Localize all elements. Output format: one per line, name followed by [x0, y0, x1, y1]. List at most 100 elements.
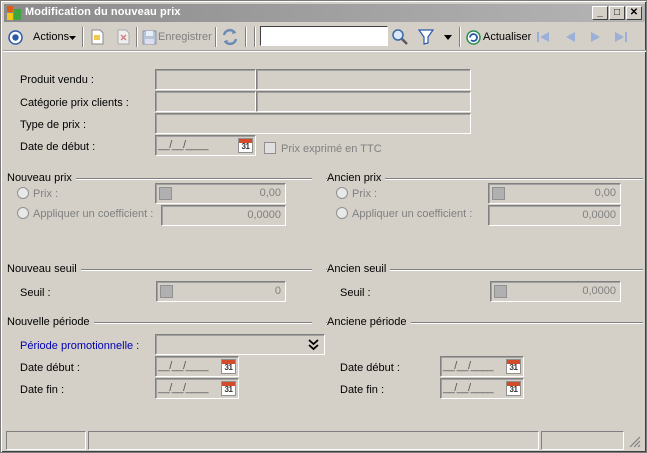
delete-icon[interactable] — [116, 29, 131, 45]
ancien-prix-radio[interactable] — [336, 187, 348, 199]
status-panel — [88, 431, 539, 450]
application-window: Modification du nouveau prix _ □ ✕ Actio… — [0, 0, 647, 453]
calendar-icon[interactable]: 31 — [238, 138, 253, 153]
ttc-label: Prix exprimé en TTC — [281, 143, 382, 155]
nouveau-coef-radio[interactable] — [17, 207, 29, 219]
maximize-icon: □ — [613, 7, 621, 18]
ancien-coef-field[interactable]: 0,0000 — [488, 205, 621, 226]
last-icon[interactable] — [614, 30, 628, 44]
app-icon — [6, 5, 22, 21]
nouvelle-date-debut-field[interactable]: __/__/____ 31 — [155, 356, 239, 377]
produit-name-field[interactable] — [256, 69, 471, 90]
actions-label: Actions — [33, 31, 70, 43]
toolbar-separator — [82, 27, 84, 47]
toolbar-separator — [215, 27, 217, 47]
nouveau-prix-field[interactable]: 0,00 — [155, 183, 286, 204]
calendar-icon[interactable]: 31 — [506, 359, 521, 374]
actions-button[interactable]: Actions — [7, 28, 77, 47]
toolbar: Actions Enregistrer Actualiser — [3, 24, 646, 51]
double-chevron-down-icon[interactable] — [306, 337, 321, 352]
resize-grip-icon[interactable] — [629, 436, 641, 448]
date-debut-value: __/__/____ — [158, 139, 209, 151]
toolbar-separator — [245, 27, 247, 47]
minimize-button[interactable]: _ — [592, 6, 608, 20]
type-prix-field[interactable] — [155, 113, 471, 134]
maximize-button[interactable]: □ — [609, 6, 625, 20]
prev-icon[interactable] — [563, 30, 577, 44]
calendar-icon[interactable]: 31 — [221, 381, 236, 396]
refresh-circle-icon — [466, 30, 481, 45]
save-button[interactable]: Enregistrer — [141, 28, 213, 47]
status-panel — [541, 431, 624, 450]
nouveau-seuil-label: Seuil : — [20, 287, 51, 299]
ancienne-date-fin-value: __/__/____ — [443, 382, 494, 394]
dropdown-arrow-icon — [69, 36, 76, 40]
nouvelle-date-debut-value: __/__/____ — [158, 360, 209, 372]
save-label: Enregistrer — [158, 31, 212, 43]
seuil-button[interactable] — [494, 285, 507, 298]
refresh-label: Actualiser — [483, 31, 532, 43]
periode-promo-label[interactable]: Période promotionnelle : — [20, 340, 139, 352]
nouveau-coef-label: Appliquer un coefficient : — [33, 208, 154, 220]
ancien-prix-field[interactable]: 0,00 — [488, 183, 621, 204]
nouveau-coef-value: 0,0000 — [247, 209, 281, 221]
categorie-code-field[interactable] — [155, 91, 256, 112]
date-debut-field[interactable]: __/__/____ 31 — [155, 135, 256, 156]
search-icon[interactable] — [391, 28, 409, 46]
ancienne-date-debut-field[interactable]: __/__/____ 31 — [440, 356, 524, 377]
ancien-prix-value: 0,00 — [594, 187, 616, 199]
search-input[interactable] — [260, 26, 388, 46]
ancien-coef-radio[interactable] — [336, 207, 348, 219]
categorie-name-field[interactable] — [256, 91, 471, 112]
section-gap — [312, 172, 326, 184]
nouveau-seuil-field[interactable]: 0 — [156, 281, 286, 302]
close-button[interactable]: ✕ — [626, 6, 642, 20]
title-bar[interactable]: Modification du nouveau prix _ □ ✕ — [4, 4, 645, 22]
minimize-icon: _ — [597, 7, 603, 18]
seuil-button[interactable] — [160, 285, 173, 298]
nouveau-coef-field[interactable]: 0,0000 — [161, 205, 286, 226]
ancien-coef-value: 0,0000 — [582, 209, 616, 221]
ttc-checkbox[interactable] — [264, 142, 276, 154]
window-title: Modification du nouveau prix — [25, 6, 181, 18]
ancienne-date-debut-value: __/__/____ — [443, 360, 494, 372]
periode-promo-select[interactable] — [155, 334, 325, 355]
ancienne-date-fin-label: Date fin : — [340, 384, 385, 396]
section-gap — [312, 263, 326, 275]
actions-circle-icon — [8, 30, 23, 45]
ancien-coef-label: Appliquer un coefficient : — [352, 208, 473, 220]
currency-button[interactable] — [159, 187, 172, 200]
calendar-icon[interactable]: 31 — [221, 359, 236, 374]
nouveau-prix-label: Prix : — [33, 188, 59, 200]
next-icon[interactable] — [589, 30, 603, 44]
calendar-icon[interactable]: 31 — [506, 381, 521, 396]
new-doc-icon[interactable] — [90, 29, 105, 45]
filter-dropdown-icon[interactable] — [444, 35, 452, 40]
nouveau-prix-radio[interactable] — [17, 187, 29, 199]
refresh-button[interactable]: Actualiser — [465, 28, 535, 47]
toolbar-separator — [459, 27, 461, 47]
nouvelle-periode-title: Nouvelle période — [7, 316, 94, 328]
ancien-seuil-title: Ancien seuil — [327, 263, 391, 275]
toolbar-separator — [254, 27, 256, 47]
ancien-prix-title: Ancien prix — [327, 172, 386, 184]
ancien-seuil-field[interactable]: 0,0000 — [490, 281, 621, 302]
nouvelle-date-fin-value: __/__/____ — [158, 382, 209, 394]
type-prix-label: Type de prix : — [20, 119, 87, 131]
ancienne-date-debut-label: Date début : — [340, 362, 400, 374]
nouvelle-date-fin-field[interactable]: __/__/____ 31 — [155, 378, 239, 399]
produit-code-field[interactable] — [155, 69, 256, 90]
first-icon[interactable] — [536, 30, 550, 44]
ancien-seuil-value: 0,0000 — [582, 285, 616, 297]
status-panel — [6, 431, 86, 450]
refresh-icon[interactable] — [221, 28, 239, 46]
filter-icon[interactable] — [418, 29, 434, 45]
section-gap — [312, 316, 326, 328]
nouveau-prix-title: Nouveau prix — [7, 172, 76, 184]
nouvelle-date-debut-label: Date début : — [20, 362, 80, 374]
ancienne-periode-title: Anciene période — [327, 316, 411, 328]
categorie-label: Catégorie prix clients : — [20, 97, 129, 109]
ancien-seuil-label: Seuil : — [340, 287, 371, 299]
ancienne-date-fin-field[interactable]: __/__/____ 31 — [440, 378, 524, 399]
currency-button[interactable] — [492, 187, 505, 200]
